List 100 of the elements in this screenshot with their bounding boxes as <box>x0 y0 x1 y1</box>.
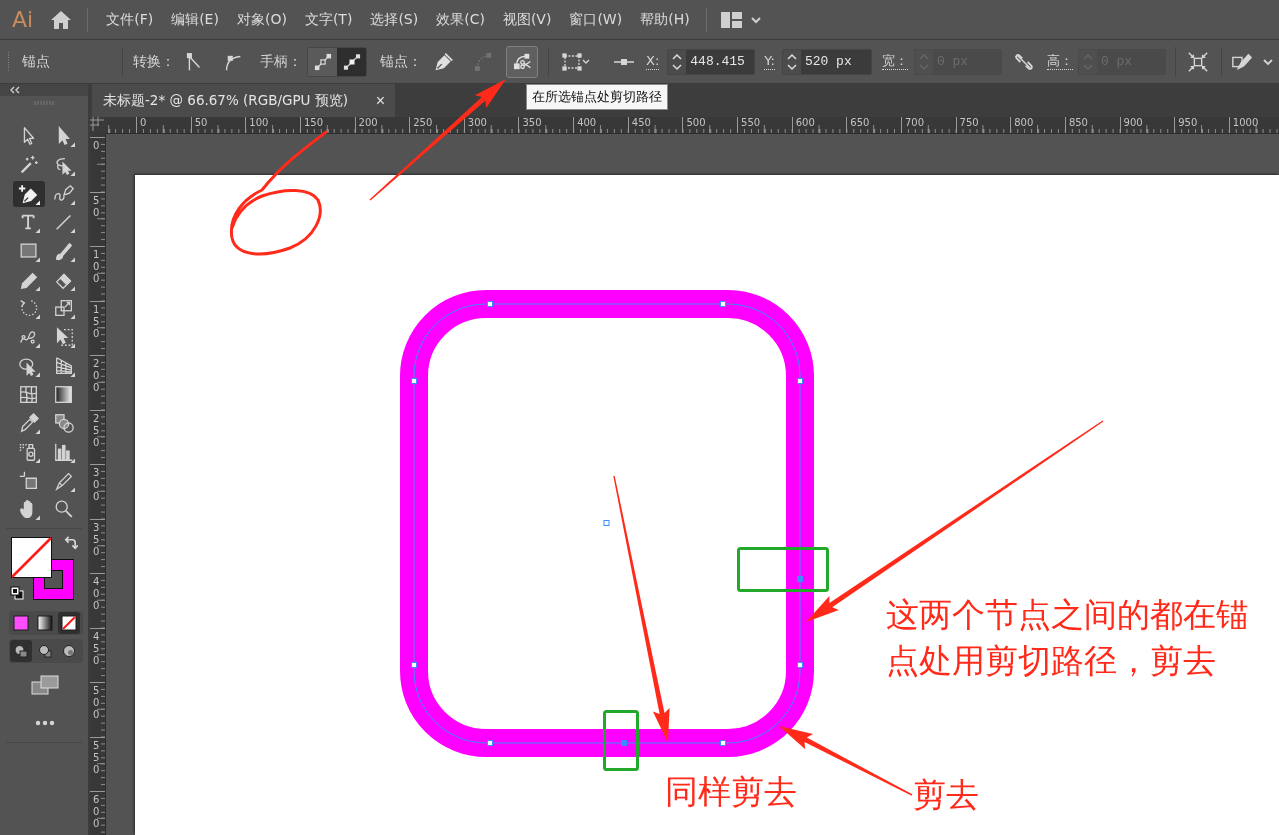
ruler-label: 300 <box>93 466 100 503</box>
field-label: 高： <box>1046 53 1073 70</box>
anchor-point <box>487 740 493 746</box>
align-grid-icon[interactable] <box>561 50 591 73</box>
none-mode-button[interactable] <box>58 611 80 634</box>
ruler-label: 100 <box>248 117 270 128</box>
circle-inside-icon <box>61 642 77 659</box>
add-anchor-tool-button[interactable] <box>12 180 45 207</box>
ruler-label: 350 <box>93 520 100 558</box>
ruler-label: 500 <box>93 684 100 721</box>
overlapping-squares-icon <box>52 297 75 320</box>
anchor-point <box>411 378 417 384</box>
menu-item[interactable]: 对象(O) <box>236 10 287 29</box>
number-field[interactable]: 520 px <box>781 48 872 75</box>
ruler-label: 550 <box>93 738 100 776</box>
ruler-label: 450 <box>630 117 652 128</box>
ruler-label: 350 <box>521 117 543 128</box>
cut-path-button[interactable] <box>506 45 538 78</box>
ruler-label: 0 <box>139 117 148 128</box>
ruler-label: 600 <box>93 793 100 830</box>
close-button[interactable]: × <box>375 92 385 109</box>
ruler-label: 450 <box>93 629 100 667</box>
ruler-label: 150 <box>302 117 324 128</box>
inward-arrows-icon[interactable] <box>1186 50 1209 73</box>
menu-item[interactable]: 窗口(W) <box>569 10 623 29</box>
ruler-label: 50 <box>93 193 100 219</box>
field-label: Y: <box>764 53 775 70</box>
mesh-grid-icon <box>17 383 40 406</box>
field-label: X: <box>646 53 660 70</box>
circle-behind-icon <box>37 642 53 659</box>
ruler-label: 400 <box>93 575 100 612</box>
anchor-label: 锚点： <box>380 52 422 71</box>
ruler-label: 750 <box>958 117 980 128</box>
anchor-point <box>720 301 726 307</box>
menu-item[interactable]: 文字(T) <box>304 10 353 29</box>
ruler-label: 0 <box>93 139 100 152</box>
annotation-text: 同样剪去 <box>665 771 797 813</box>
anchor-point <box>797 662 803 668</box>
menu-item[interactable]: 帮助(H) <box>640 10 690 29</box>
menu-item[interactable]: 效果(C) <box>436 10 485 29</box>
none-swatch-icon <box>61 614 77 631</box>
draw-normal-button[interactable] <box>10 639 32 662</box>
ellipsis-icon[interactable] <box>35 719 55 726</box>
ruler-label: 700 <box>903 117 926 128</box>
ruler-label: 300 <box>466 117 488 128</box>
number-field[interactable]: 448.415 <box>667 48 756 75</box>
document-tab[interactable]: 未标题-2* @ 66.67% (RGB/GPU 预览) × <box>92 84 395 117</box>
stacked-windows-icon[interactable] <box>31 674 59 695</box>
handle-toggle-button[interactable] <box>308 47 337 76</box>
anchor-point <box>720 740 726 746</box>
ruler-label: 100 <box>93 248 100 285</box>
anchor-point <box>797 576 803 582</box>
home-icon[interactable] <box>50 9 73 30</box>
anchor-point <box>621 740 627 746</box>
gradient-swatch-icon <box>37 614 53 631</box>
square-circles-icon <box>52 412 75 435</box>
caret-icon[interactable] <box>1262 57 1273 66</box>
ruler-label: 200 <box>93 357 100 394</box>
ruler-label: 950 <box>1177 117 1199 128</box>
ruler-label: 1000 <box>1231 117 1260 128</box>
menu-item[interactable]: 编辑(E) <box>171 10 219 29</box>
workspace-layout-icon[interactable] <box>720 10 761 29</box>
square-line-icon <box>341 51 362 72</box>
broken-link-icon[interactable] <box>1013 51 1034 72</box>
path-scissors-icon <box>511 51 533 72</box>
ruler-label: 550 <box>740 117 762 128</box>
ruler-label: 600 <box>794 117 816 128</box>
ruler-label: 50 <box>193 117 209 128</box>
anchor-point <box>487 301 493 307</box>
menu-item[interactable]: 文件(F) <box>106 10 154 29</box>
hand-icon <box>17 498 40 521</box>
annotation-text: 剪去 <box>913 774 979 816</box>
fill-swatch[interactable] <box>11 536 52 578</box>
swap-arrows-icon[interactable] <box>63 535 78 551</box>
menu-item[interactable]: 选择(S) <box>370 10 419 29</box>
field-label: 宽： <box>881 53 908 70</box>
color-swatch-icon <box>13 614 29 631</box>
anchor-point <box>411 662 417 668</box>
annotation-text: 这两个节点之间的都在锚点处用剪切路径，剪去 <box>886 594 1250 682</box>
ruler-label: 400 <box>576 117 598 128</box>
ruler-label: 150 <box>93 302 100 340</box>
ruler-label: 900 <box>1122 117 1144 128</box>
handle-toggle-button[interactable] <box>337 47 366 76</box>
handle-line-icon <box>312 51 333 72</box>
gradient-square-icon <box>52 383 75 406</box>
anchor-point <box>797 378 803 384</box>
ruler-label: 850 <box>1067 117 1089 128</box>
menu-item[interactable]: 视图(V) <box>502 10 552 29</box>
tooltip: 在所选锚点处剪切路径 <box>526 83 668 110</box>
double-chevron-icon[interactable] <box>10 86 20 94</box>
curly-pen-icon <box>52 182 75 205</box>
artboard-icon <box>17 469 40 492</box>
default-colors-icon[interactable] <box>10 585 24 600</box>
highlight-frame <box>603 710 639 771</box>
ruler-label: 650 <box>849 117 871 128</box>
ruler-origin-icon[interactable] <box>90 117 106 134</box>
handles-label: 手柄： <box>260 52 302 71</box>
pen-plus-icon <box>17 182 40 205</box>
dotted-curve-icon <box>472 51 494 72</box>
ruler-label: 200 <box>357 117 379 128</box>
